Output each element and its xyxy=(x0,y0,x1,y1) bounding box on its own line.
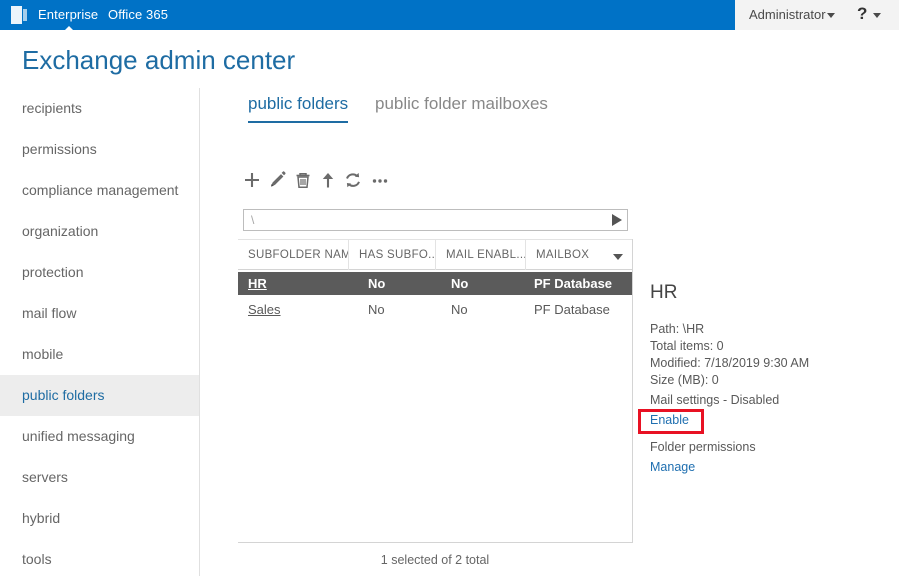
edit-pencil-icon[interactable] xyxy=(265,168,291,196)
column-header-mail-enabled[interactable]: MAIL ENABL... xyxy=(435,240,525,270)
details-size: Size (MB): 0 xyxy=(650,373,719,387)
cell-mail-enabled: No xyxy=(451,302,468,317)
administrator-menu[interactable]: Administrator xyxy=(749,7,826,23)
cell-mail-enabled: No xyxy=(451,276,469,291)
folder-path-input[interactable]: \ xyxy=(243,209,628,231)
add-icon[interactable] xyxy=(240,168,266,196)
details-mail-settings: Mail settings - Disabled xyxy=(650,393,780,407)
delete-trash-icon[interactable] xyxy=(290,168,316,196)
more-ellipsis-icon[interactable] xyxy=(367,168,393,196)
suite-link-enterprise[interactable]: Enterprise xyxy=(38,7,98,23)
column-header-subfolder-name[interactable]: SUBFOLDER NAME xyxy=(238,240,348,270)
sidebar-item-unified-messaging[interactable]: unified messaging xyxy=(0,416,199,457)
details-title: HR xyxy=(650,282,678,303)
column-header-has-subfolders[interactable]: HAS SUBFO... xyxy=(348,240,435,270)
sidebar-item-mail-flow[interactable]: mail flow xyxy=(0,293,199,334)
chevron-down-icon[interactable] xyxy=(827,13,835,18)
move-up-arrow-icon[interactable] xyxy=(315,168,341,196)
subfolder-list-panel: SUBFOLDER NAME HAS SUBFO... MAIL ENABL..… xyxy=(238,239,632,543)
details-modified: Modified: 7/18/2019 9:30 AM xyxy=(650,356,810,370)
active-suite-caret-icon xyxy=(64,26,74,31)
sidebar-item-mobile[interactable]: mobile xyxy=(0,334,199,375)
sidebar-item-compliance-management[interactable]: compliance management xyxy=(0,170,199,211)
chevron-down-icon[interactable] xyxy=(613,254,623,260)
cell-has-subfolders: No xyxy=(368,302,385,317)
app-launcher-icon[interactable] xyxy=(10,6,28,24)
sidebar-item-organization[interactable]: organization xyxy=(0,211,199,252)
cell-subfolder-name[interactable]: HR xyxy=(238,272,358,295)
sidebar-item-tools[interactable]: tools xyxy=(0,539,199,580)
cell-subfolder-name[interactable]: Sales xyxy=(238,298,358,321)
folder-path-value: \ xyxy=(251,213,255,227)
enable-mail-link[interactable]: Enable xyxy=(650,412,689,429)
details-path: Path: \HR xyxy=(650,322,705,336)
details-pane: HR Path: \HR Total items: 0 Modified: 7/… xyxy=(632,239,899,543)
tab-public-folders[interactable]: public folders xyxy=(248,92,349,123)
table-header-row: SUBFOLDER NAME HAS SUBFO... MAIL ENABL..… xyxy=(238,239,632,270)
cell-mailbox: PF Database xyxy=(534,302,610,317)
command-toolbar xyxy=(240,168,420,198)
refresh-icon[interactable] xyxy=(340,168,366,196)
help-chevron-down-icon[interactable] xyxy=(873,13,881,18)
page-title: Exchange admin center xyxy=(22,45,296,75)
selection-status: 1 selected of 2 total xyxy=(380,553,490,567)
help-question-icon[interactable]: ? xyxy=(857,4,867,24)
suite-bar: Enterprise Office 365 Administrator ? xyxy=(0,0,899,31)
manage-permissions-link[interactable]: Manage xyxy=(650,459,695,476)
details-folder-permissions: Folder permissions xyxy=(650,440,756,454)
sidebar-item-hybrid[interactable]: hybrid xyxy=(0,498,199,539)
sidebar-item-permissions[interactable]: permissions xyxy=(0,129,199,170)
tab-public-folder-mailboxes[interactable]: public folder mailboxes xyxy=(375,92,548,121)
suite-link-office365[interactable]: Office 365 xyxy=(108,7,168,23)
details-total-items: Total items: 0 xyxy=(650,339,724,353)
sidebar-item-recipients[interactable]: recipients xyxy=(0,88,199,129)
cell-mailbox: PF Database xyxy=(534,276,613,291)
table-row[interactable]: HR No No PF Database xyxy=(238,272,632,295)
cell-has-subfolders: No xyxy=(368,276,386,291)
sidebar: recipients permissions compliance manage… xyxy=(0,88,200,576)
sidebar-item-public-folders[interactable]: public folders xyxy=(0,375,199,416)
table-row[interactable]: Sales No No PF Database xyxy=(238,298,632,321)
sidebar-item-protection[interactable]: protection xyxy=(0,252,199,293)
sidebar-item-servers[interactable]: servers xyxy=(0,457,199,498)
play-triangle-icon[interactable] xyxy=(612,214,622,226)
